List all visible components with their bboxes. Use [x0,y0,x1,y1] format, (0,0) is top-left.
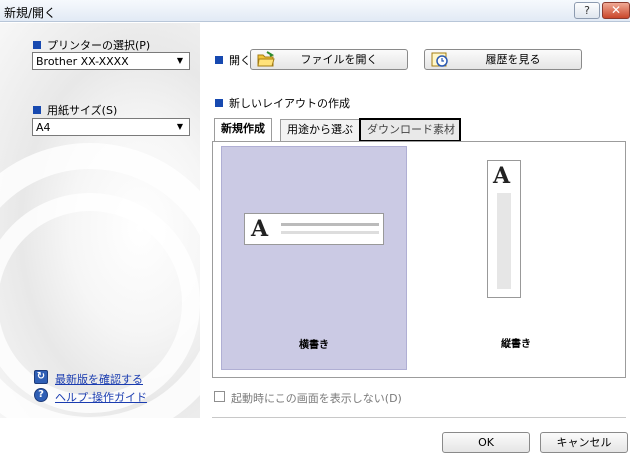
bullet-square-icon [33,106,41,114]
left-panel [0,23,200,418]
new-layout-label: 新しいレイアウトの作成 [215,95,350,111]
preview-line [281,223,379,226]
horizontal-preview: A [244,213,384,245]
chevron-down-icon: ▼ [176,56,184,65]
window-title: 新規/開く [4,6,57,20]
help-guide-link[interactable]: ヘルプ-操作ガイド [55,389,147,405]
title-bar: 新規/開く ? ✕ [0,0,630,22]
vertical-layout-card[interactable]: A 縦書き [411,146,621,370]
help-button[interactable]: ? [574,2,600,19]
printer-label: プリンターの選択(P) [33,37,150,53]
vertical-card-label: 縦書き [501,339,531,350]
cancel-button[interactable]: キャンセル [540,432,628,453]
history-icon [431,52,448,67]
open-label: 開く [215,52,251,68]
startup-checkbox-label: 起動時にこの画面を表示しない(D) [231,392,402,405]
open-file-button[interactable]: ファイルを開く [250,49,408,70]
chevron-down-icon: ▼ [176,122,184,131]
horizontal-layout-card[interactable]: A 横書き [221,146,407,370]
bullet-square-icon [215,99,223,107]
close-button[interactable]: ✕ [602,2,630,19]
preview-line [497,193,511,289]
history-button[interactable]: 履歴を見る [424,49,582,70]
bullet-square-icon [215,56,223,64]
separator [212,417,626,418]
folder-open-icon [257,51,275,67]
bullet-square-icon [33,41,41,49]
paper-size-select[interactable]: A4 ▼ [32,118,190,136]
tab-downloads[interactable]: ダウンロード素材 [359,118,461,142]
update-icon[interactable]: ↻ [34,370,48,384]
tab-panel: A 横書き A 縦書き [212,141,626,378]
startup-checkbox[interactable] [214,391,225,402]
preview-line [281,231,379,234]
tab-by-purpose[interactable]: 用途から選ぶ [280,119,360,141]
vertical-preview: A [487,160,521,298]
ok-button[interactable]: OK [442,432,530,453]
help-icon[interactable]: ? [34,388,48,402]
tab-new[interactable]: 新規作成 [214,118,272,141]
update-link[interactable]: 最新版を確認する [55,371,143,387]
paper-size-label: 用紙サイズ(S) [33,102,117,118]
horizontal-card-label: 横書き [299,340,329,351]
printer-select[interactable]: Brother XX-XXXX ▼ [32,52,190,70]
